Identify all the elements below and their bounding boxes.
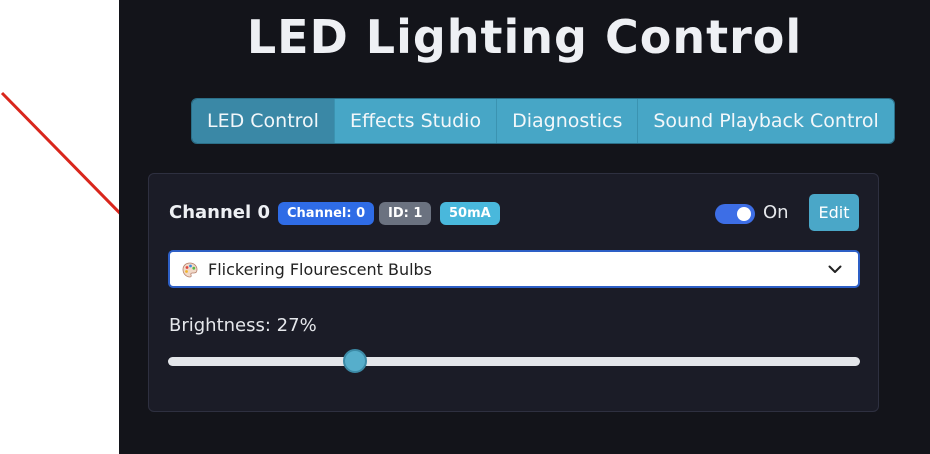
chevron-down-icon xyxy=(828,265,842,273)
id-badge: ID: 1 xyxy=(379,202,432,225)
toggle-knob xyxy=(737,207,751,221)
power-toggle-label: On xyxy=(763,202,789,223)
tab-effects-studio[interactable]: Effects Studio xyxy=(333,99,497,143)
channel-badge: Channel: 0 xyxy=(278,202,375,225)
slider-thumb[interactable] xyxy=(342,349,367,373)
current-badge: 50mA xyxy=(440,202,500,225)
tab-sound-playback-control[interactable]: Sound Playback Control xyxy=(637,99,894,143)
tab-led-control[interactable]: LED Control xyxy=(192,99,334,143)
brightness-label: Brightness: 27% xyxy=(169,315,317,336)
app-window: LED Lighting Control LED Control Effects… xyxy=(119,0,930,454)
effect-select-value: Flickering Flourescent Bulbs xyxy=(208,260,433,279)
tab-diagnostics[interactable]: Diagnostics xyxy=(496,99,638,143)
effect-select[interactable]: Flickering Flourescent Bulbs xyxy=(168,250,860,288)
edit-button[interactable]: Edit xyxy=(809,194,859,231)
screenshot: LED Lighting Control LED Control Effects… xyxy=(0,0,930,454)
power-toggle[interactable] xyxy=(715,204,755,224)
tab-bar: LED Control Effects Studio Diagnostics S… xyxy=(191,98,895,144)
page-title: LED Lighting Control xyxy=(246,10,803,64)
palette-icon xyxy=(182,262,198,278)
channel-title: Channel 0 xyxy=(169,202,270,223)
brightness-slider[interactable] xyxy=(168,349,860,373)
channel-card: Channel 0 Channel: 0 ID: 1 50mA On Edit … xyxy=(148,173,879,412)
